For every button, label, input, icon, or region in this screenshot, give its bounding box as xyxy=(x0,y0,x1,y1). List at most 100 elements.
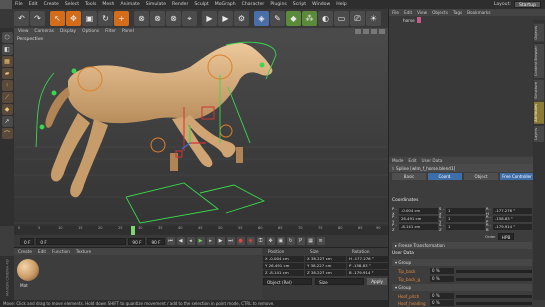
material-menu-create[interactable]: Create xyxy=(18,249,32,254)
user-data-value[interactable]: 0 % xyxy=(430,300,454,306)
menu-animate[interactable]: Animate xyxy=(117,2,142,7)
tab-coord[interactable]: Coord. xyxy=(428,173,462,180)
rotate-icon[interactable]: ↻ xyxy=(98,11,113,26)
material-preview-swatch[interactable] xyxy=(17,259,39,281)
viewport-menu-filter[interactable]: Filter xyxy=(105,29,116,34)
move-icon[interactable]: ✥ xyxy=(66,11,81,26)
position-z-field[interactable]: Z -8.141 cm xyxy=(263,269,304,276)
am-menu-userdata[interactable]: User Data xyxy=(422,158,443,163)
menu-create[interactable]: Create xyxy=(41,2,62,7)
size-y-field[interactable]: Y 38.227 cm xyxy=(305,262,346,269)
size-mode-select[interactable]: Size xyxy=(315,278,365,285)
menu-window[interactable]: Window xyxy=(309,2,333,7)
tab-basic[interactable]: Basic xyxy=(392,173,426,180)
param-key-icon[interactable]: P xyxy=(296,237,305,245)
object-row[interactable]: horse xyxy=(389,16,545,24)
attr-scale-x-field[interactable]: 1 xyxy=(446,208,485,214)
record-icon[interactable]: ● xyxy=(236,237,245,245)
model-mode-icon[interactable]: ◧ xyxy=(1,44,13,55)
prev-frame-icon[interactable]: ◂ xyxy=(186,237,195,245)
menu-script[interactable]: Script xyxy=(290,2,309,7)
attr-scale-y-field[interactable]: 1 xyxy=(446,216,485,222)
user-data-value[interactable]: 0 % xyxy=(430,268,454,274)
timeline-playhead[interactable] xyxy=(131,226,135,235)
tab-free-controller[interactable]: Free Controller xyxy=(500,173,534,180)
orbit-icon[interactable] xyxy=(371,29,377,34)
user-data-slider[interactable] xyxy=(456,277,532,281)
menu-help[interactable]: Help xyxy=(333,2,349,7)
menu-render[interactable]: Render xyxy=(169,2,191,7)
apply-button[interactable]: Apply xyxy=(367,278,388,285)
next-key-icon[interactable]: ▶ xyxy=(216,237,225,245)
om-menu-tags[interactable]: Tags xyxy=(453,10,462,15)
cube-icon[interactable]: ◈ xyxy=(254,11,269,26)
render-settings-icon[interactable]: ⚙ xyxy=(234,11,249,26)
om-menu-edit[interactable]: Edit xyxy=(404,10,412,15)
side-tab-objects[interactable]: Objects xyxy=(534,24,544,42)
rotation-p-field[interactable]: P -158.83 ° xyxy=(347,262,388,269)
go-to-end-icon[interactable]: ⏭ xyxy=(226,237,235,245)
go-to-start-icon[interactable]: ⏮ xyxy=(166,237,175,245)
material-menu-texture[interactable]: Texture xyxy=(76,249,91,254)
side-tab-content-browser[interactable]: Content Browser xyxy=(534,43,544,78)
array-icon[interactable]: ⁂ xyxy=(302,11,317,26)
scale-icon[interactable]: ▣ xyxy=(82,11,97,26)
om-menu-objects[interactable]: Objects xyxy=(432,10,448,15)
snap-icon[interactable]: ⌒ xyxy=(1,128,13,139)
start-frame-field[interactable]: 0 F xyxy=(20,237,35,245)
redo-icon[interactable]: ↷ xyxy=(30,11,45,26)
position-x-field[interactable]: X -0.004 cm xyxy=(263,255,304,262)
edges-mode-icon[interactable]: ⟋ xyxy=(1,92,13,103)
om-menu-view[interactable]: View xyxy=(417,10,427,15)
end-frame-field[interactable]: 90 F xyxy=(128,237,146,245)
freeze-transformation-fold[interactable]: ▸ Freeze Transformation xyxy=(392,242,532,249)
attr-pos-x-field[interactable]: -0.004 cm xyxy=(399,208,438,214)
viewport-menu-cameras[interactable]: Cameras xyxy=(34,29,54,34)
rotation-h-field[interactable]: H -177.276 ° xyxy=(347,255,388,262)
render-picture-icon[interactable]: ▶ xyxy=(218,11,233,26)
attr-rot-p-field[interactable]: -158.83 ° xyxy=(493,216,532,222)
next-frame-icon[interactable]: ▸ xyxy=(206,237,215,245)
layout-select[interactable]: Startup xyxy=(513,1,541,8)
viewport-menu-view[interactable]: View xyxy=(18,29,28,34)
side-tab-layers[interactable]: Layers xyxy=(534,126,544,142)
menu-edit[interactable]: Edit xyxy=(26,2,41,7)
keyframe-selection-icon[interactable]: ⚿ xyxy=(256,237,265,245)
material-name[interactable]: Mat xyxy=(20,283,28,288)
menu-sculpt[interactable]: Sculpt xyxy=(191,2,211,7)
tab-object[interactable]: Object xyxy=(464,173,498,180)
position-key-icon[interactable]: ✥ xyxy=(266,237,275,245)
order-select[interactable]: HPB xyxy=(497,233,515,240)
menu-mograph[interactable]: MoGraph xyxy=(212,2,239,7)
menu-file[interactable]: File xyxy=(12,2,26,7)
scale-key-icon[interactable]: ▣ xyxy=(276,237,285,245)
workplane-icon[interactable]: ▰ xyxy=(1,68,13,79)
menu-select[interactable]: Select xyxy=(62,2,82,7)
autokey-icon[interactable]: ◉ xyxy=(246,237,255,245)
position-y-field[interactable]: Y 26.491 cm xyxy=(263,262,304,269)
menu-tools[interactable]: Tools xyxy=(82,2,99,7)
viewport-menu-options[interactable]: Options xyxy=(82,29,99,34)
attr-rot-h-field[interactable]: -177.276 ° xyxy=(493,208,532,214)
axis-y-icon[interactable]: ⊗ xyxy=(150,11,165,26)
subdivide-icon[interactable]: ◆ xyxy=(286,11,301,26)
axis-x-icon[interactable]: ⊗ xyxy=(134,11,149,26)
polygons-mode-icon[interactable]: ◆ xyxy=(1,104,13,115)
make-editable-icon[interactable]: ⬡ xyxy=(1,32,13,43)
play-icon[interactable]: ▶ xyxy=(196,237,205,245)
menu-simulate[interactable]: Simulate xyxy=(143,2,169,7)
am-menu-mode[interactable]: Mode xyxy=(392,158,403,163)
pan-icon[interactable] xyxy=(355,29,361,34)
attr-pos-y-field[interactable]: 26.491 cm xyxy=(399,216,438,222)
preview-end-field[interactable]: 90 F xyxy=(147,237,165,245)
prev-key-icon[interactable]: ◀ xyxy=(176,237,185,245)
size-z-field[interactable]: Z 38.227 cm xyxy=(305,269,346,276)
texture-mode-icon[interactable]: ▦ xyxy=(1,56,13,67)
timeline-menu-icon[interactable]: ≡ xyxy=(316,237,325,245)
material-menu-function[interactable]: Function xyxy=(52,249,70,254)
side-tab-attributes[interactable]: Attributes xyxy=(534,102,544,125)
menu-plugins[interactable]: Plugins xyxy=(267,2,289,7)
coord-mode-select[interactable]: Object (Rel) xyxy=(263,278,313,285)
menu-mesh[interactable]: Mesh xyxy=(99,2,117,7)
selection-icon[interactable]: ↖ xyxy=(50,11,65,26)
